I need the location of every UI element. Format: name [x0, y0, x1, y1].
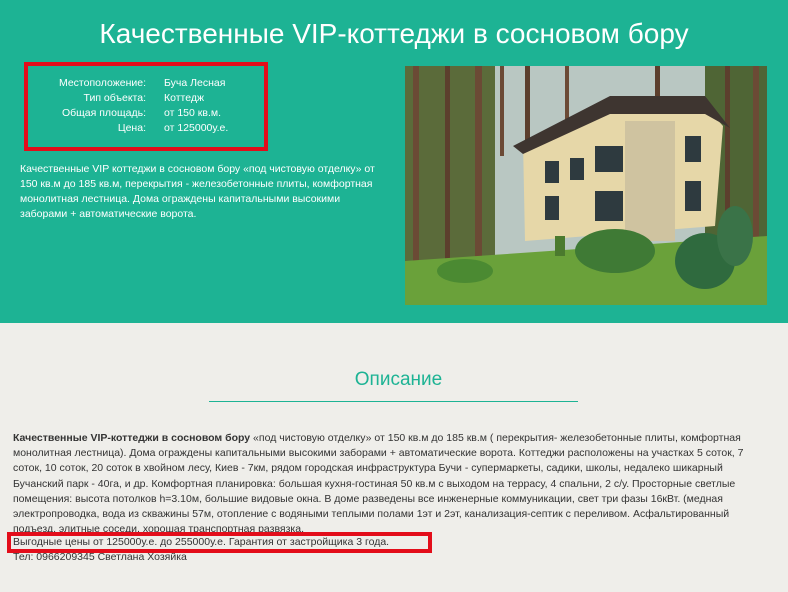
description-lead: Качественные VIP-коттеджи в сосновом бор… — [13, 432, 251, 444]
page-title: Качественные VIP-коттеджи в сосновом бор… — [99, 18, 689, 49]
highlight-box-properties — [24, 62, 268, 151]
highlight-box-promo — [7, 532, 432, 553]
section-divider — [209, 401, 578, 402]
section-title: Описание — [354, 369, 443, 390]
house-photo-icon — [405, 66, 767, 305]
house-photo[interactable] — [405, 66, 767, 305]
description-body: «под чистовую отделку» от 150 кв.м до 18… — [13, 432, 744, 536]
hero-banner: Качественные VIP-коттеджи в сосновом бор… — [0, 0, 788, 323]
description-text: Качественные VIP-коттеджи в сосновом бор… — [13, 431, 773, 537]
hero-description: Качественные VIP коттеджи в сосновом бор… — [20, 163, 375, 220]
